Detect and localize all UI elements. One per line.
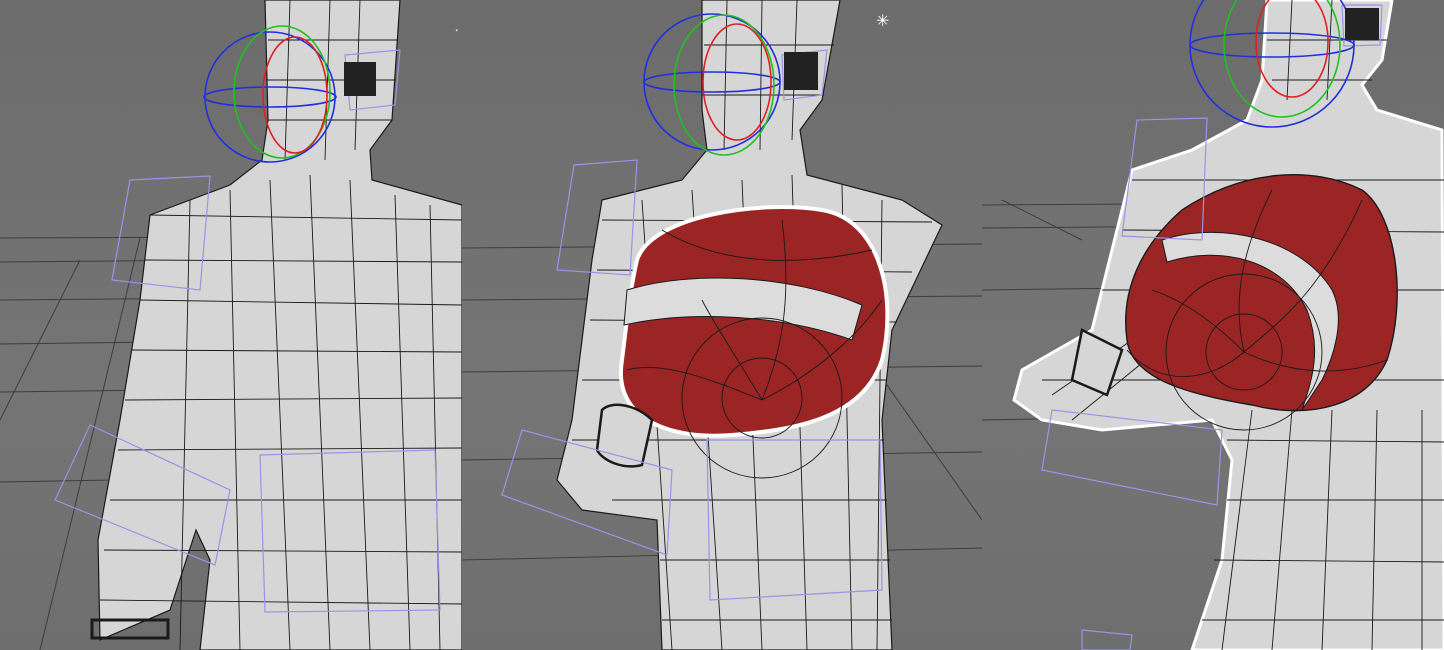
viewport-middle[interactable]: ✳ (462, 0, 982, 650)
scene-middle[interactable]: ✳ (462, 0, 982, 650)
light-sparkle-icon: ˑ (455, 25, 459, 39)
bone-locator-icon[interactable] (1345, 8, 1379, 40)
light-sparkle-icon: ✳ (876, 11, 889, 30)
viewport-strip: ˑ ✳ (0, 0, 1444, 650)
bone-locator-icon[interactable] (784, 52, 818, 90)
bone-locator-icon[interactable] (344, 62, 376, 96)
scene-left[interactable]: ˑ (0, 0, 462, 650)
scene-right[interactable] (982, 0, 1444, 650)
viewport-left[interactable]: ˑ (0, 0, 462, 650)
viewport-right[interactable] (982, 0, 1444, 650)
character-body-mesh[interactable] (97, 0, 462, 650)
